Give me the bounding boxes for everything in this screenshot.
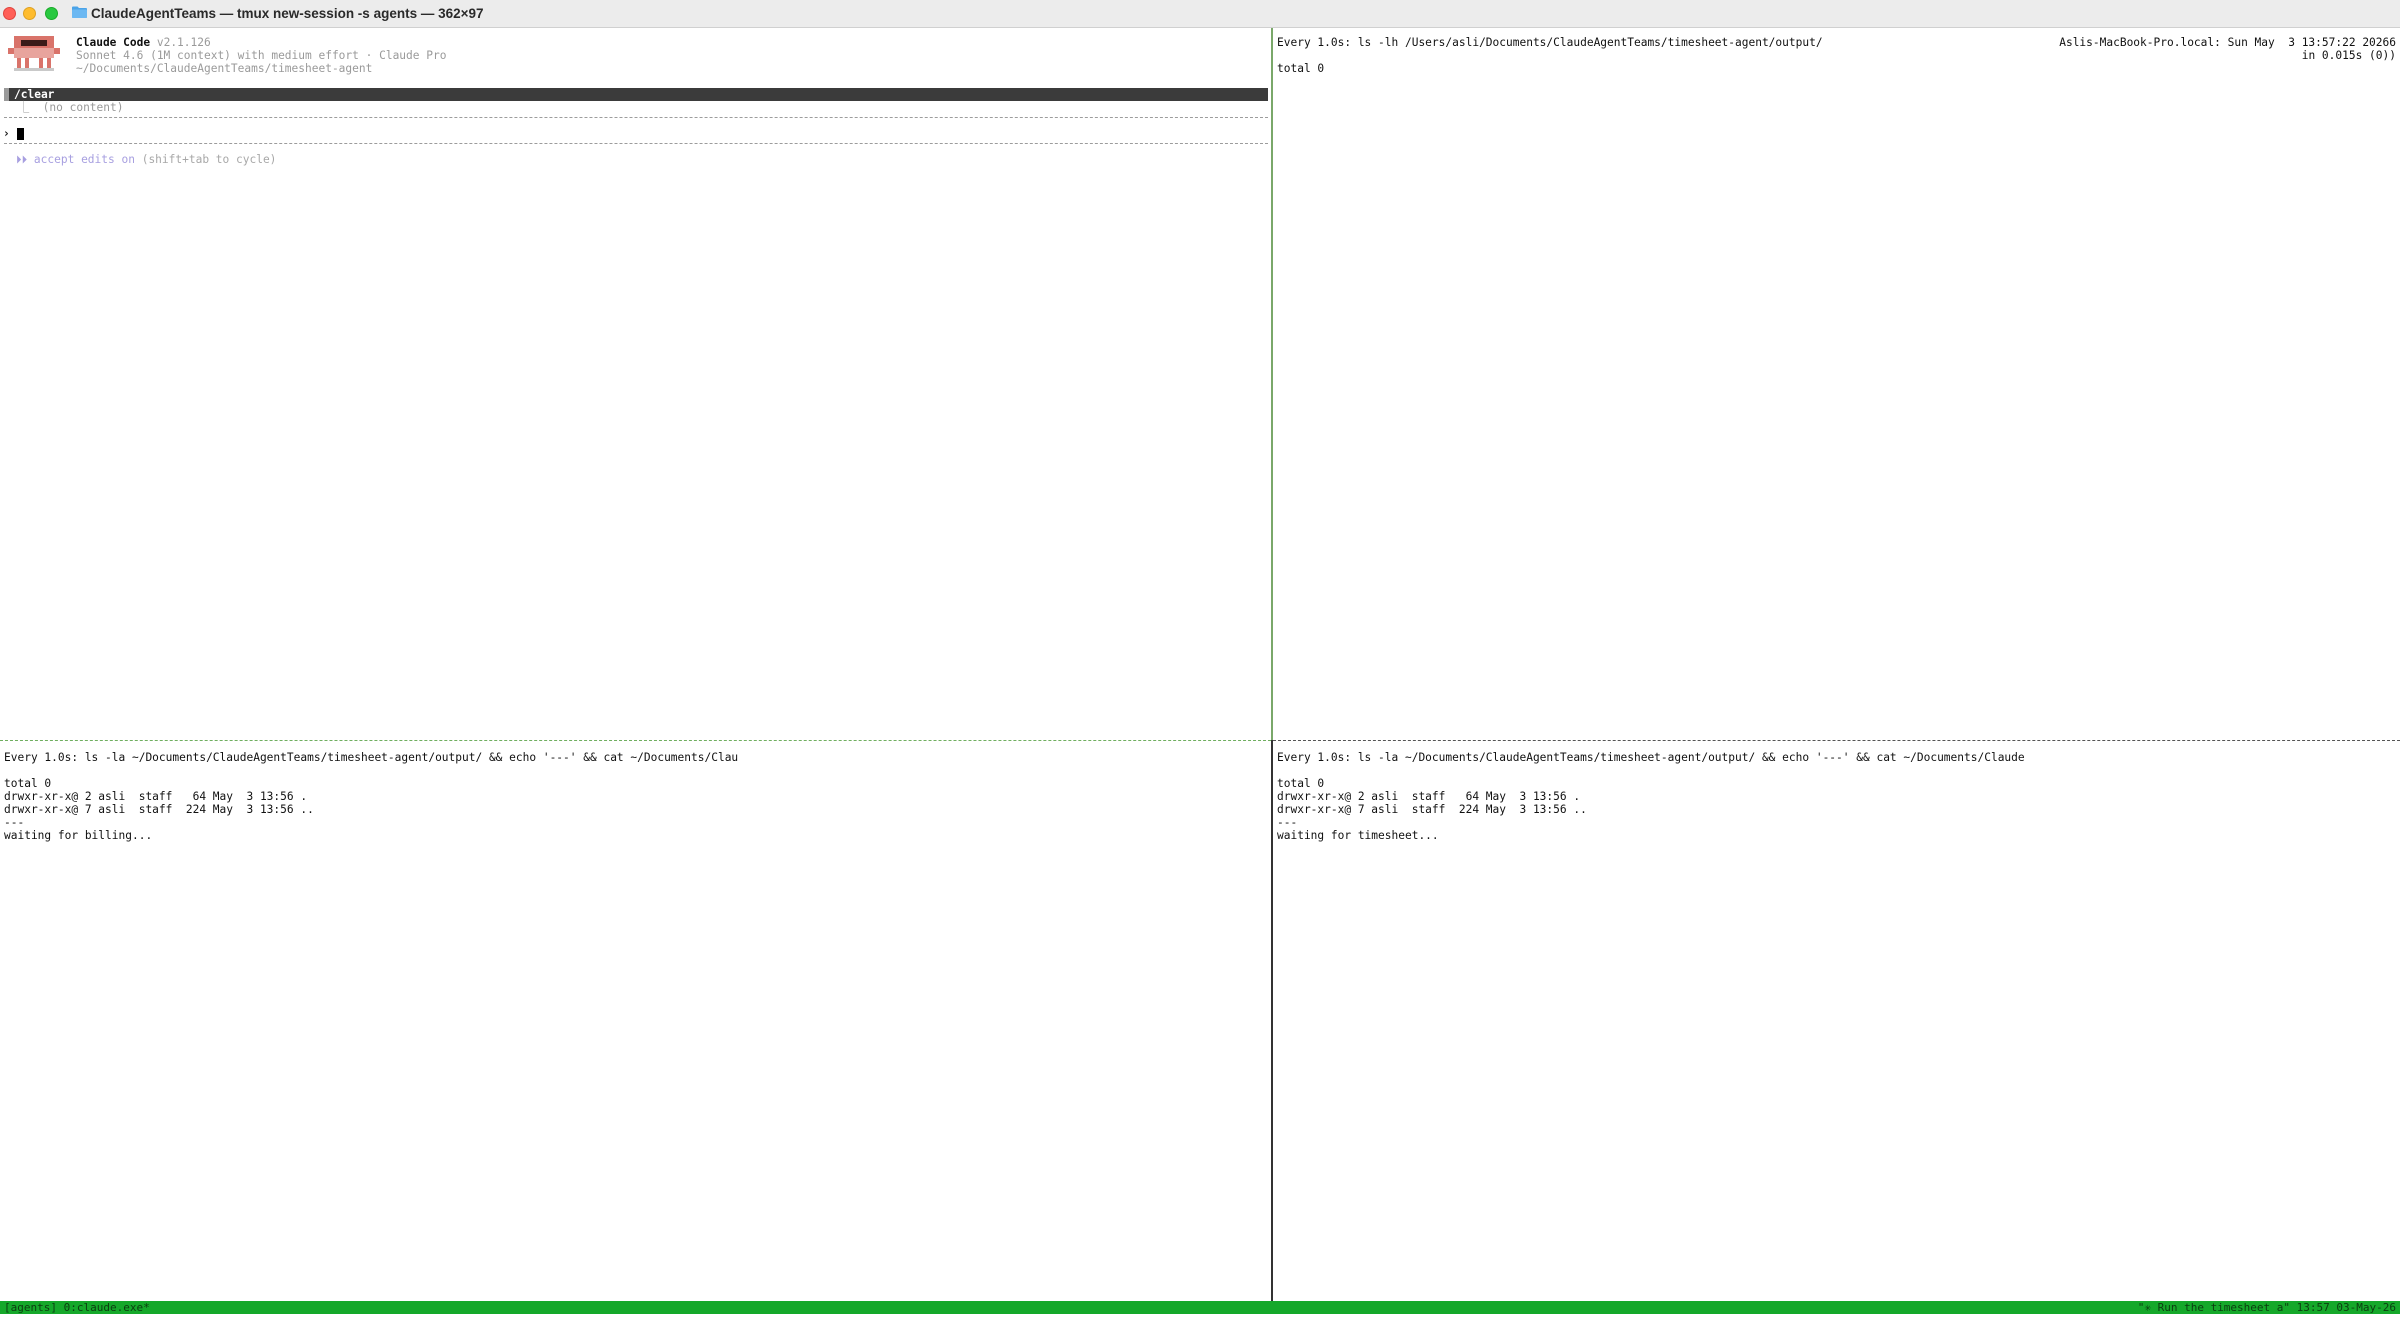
watch-output-line: drwxr-xr-x@ 7 asli staff 224 May 3 13:56… xyxy=(4,803,314,816)
model-info: Sonnet 4.6 (1M context) with medium effo… xyxy=(76,49,447,62)
clear-command: /clear xyxy=(14,88,55,101)
watch-status-line: waiting for timesheet... xyxy=(1277,829,1439,842)
command-history-row xyxy=(4,88,1268,101)
claude-mascot-icon xyxy=(8,36,60,71)
close-window-button[interactable] xyxy=(3,7,16,20)
accept-edits-hint: (shift+tab to cycle) xyxy=(134,153,277,166)
watch-output-line: drwxr-xr-x@ 2 asli staff 64 May 3 13:56 … xyxy=(4,790,308,803)
app-version: v2.1.126 xyxy=(156,36,211,49)
prompt-chevron: › xyxy=(3,127,10,140)
terminal-bottom-padding xyxy=(0,1314,2400,1320)
accept-edits-label: ⏵⏵ accept edits on xyxy=(16,153,135,166)
billing-watch-pane[interactable]: Every 1.0s: ls -la ~/Documents/ClaudeAge… xyxy=(0,743,1271,1320)
watch-output-line: total 0 xyxy=(4,777,52,790)
folder-icon xyxy=(72,6,87,18)
watch-header: Every 1.0s: ls -la ~/Documents/ClaudeAge… xyxy=(4,751,739,764)
tmux-status-right: "✳ Run the timesheet a" 13:57 03-May-26 xyxy=(2137,1301,2396,1314)
watch-output-line: total 0 xyxy=(1277,62,1325,75)
tmux-status-bar: [agents] 0:claude.exe* "✳ Run the timesh… xyxy=(0,1301,2400,1314)
watch-output-line: drwxr-xr-x@ 2 asli staff 64 May 3 13:56 … xyxy=(1277,790,1581,803)
watch-output-line: drwxr-xr-x@ 7 asli staff 224 May 3 13:56… xyxy=(1277,803,1587,816)
maximize-window-button[interactable] xyxy=(45,7,58,20)
timesheet-watch-pane[interactable]: Every 1.0s: ls -la ~/Documents/ClaudeAge… xyxy=(1273,743,2400,1320)
command-result: ⎿ (no content) xyxy=(18,101,124,114)
accept-edits-indicator[interactable]: ⏵⏵ accept edits on (shift+tab to cycle) xyxy=(16,153,276,166)
claude-code-header: Claude Code v2.1.126 xyxy=(76,36,211,49)
watch-output-line: total 0 xyxy=(1277,777,1325,790)
watch-host-timestamp: Aslis-MacBook-Pro.local: Sun May 3 13:57… xyxy=(2059,36,2396,49)
watch-status-line: waiting for billing... xyxy=(4,829,153,842)
watch-output-line: --- xyxy=(1277,816,1298,829)
window-title: ClaudeAgentTeams — tmux new-session -s a… xyxy=(91,6,484,21)
claude-code-pane[interactable]: Claude Code v2.1.126 Sonnet 4.6 (1M cont… xyxy=(0,28,1271,740)
minimize-window-button[interactable] xyxy=(23,7,36,20)
window-titlebar: ClaudeAgentTeams — tmux new-session -s a… xyxy=(0,0,2400,28)
input-bottom-rule xyxy=(4,143,1268,144)
watch-output-pane[interactable]: Every 1.0s: ls -lh /Users/asli/Documents… xyxy=(1273,28,2400,740)
watch-timing: in 0.015s (0)) xyxy=(2301,49,2396,62)
pane-divider-horizontal-left[interactable] xyxy=(0,740,1271,741)
input-top-rule xyxy=(4,117,1268,118)
working-directory: ~/Documents/ClaudeAgentTeams/timesheet-a… xyxy=(76,62,373,75)
app-name: Claude Code xyxy=(76,36,151,49)
terminal-area[interactable]: Claude Code v2.1.126 Sonnet 4.6 (1M cont… xyxy=(0,28,2400,1320)
pane-divider-vertical-active[interactable] xyxy=(1271,28,1273,740)
history-marker xyxy=(4,88,9,101)
pane-divider-horizontal-right[interactable] xyxy=(1273,740,2400,741)
watch-header: Every 1.0s: ls -lh /Users/asli/Documents… xyxy=(1277,36,1823,49)
tmux-session-window[interactable]: [agents] 0:claude.exe* xyxy=(4,1301,150,1314)
watch-header: Every 1.0s: ls -la ~/Documents/ClaudeAge… xyxy=(1277,751,2025,764)
watch-output-line: --- xyxy=(4,816,25,829)
prompt-input[interactable] xyxy=(17,128,24,140)
